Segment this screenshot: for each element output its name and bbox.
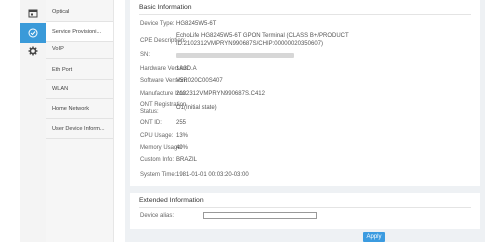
menu-item-label: Eth Port — [52, 66, 73, 73]
sub-menu: Optical Service Provisioni... VoIP Eth P… — [46, 0, 114, 242]
memory-usage-value: 49% — [176, 145, 189, 151]
cpe-description-line2: ID:2102312VMPRYN990687S/CHIP:00000020350… — [176, 41, 323, 47]
system-time-value: 1981-01-01 00:03:20-03:00 — [176, 172, 249, 178]
cpe-description-line1: EchoLife HG8245W5-6T GPON Terminal (CLAS… — [176, 33, 349, 39]
menu-item-label: WLAN — [52, 85, 69, 92]
menu-item-wlan[interactable]: WLAN — [46, 79, 113, 99]
hardware-version-value: 1A3D.A — [176, 66, 197, 72]
menu-item-eth-port[interactable]: Eth Port — [46, 60, 113, 80]
main-content: Basic Information Device Type: HG8245W5-… — [125, 0, 485, 242]
ont-status-value: O1(Initial state) — [176, 105, 217, 111]
cpu-usage-value: 13% — [176, 133, 189, 139]
basic-info-title: Basic Information — [139, 4, 192, 11]
menu-item-optical[interactable]: Optical — [46, 2, 113, 22]
menu-item-label: Home Network — [52, 105, 89, 112]
menu-item-label: VoIP — [52, 45, 64, 52]
menu-item-user-device-info[interactable]: User Device Inform... — [46, 119, 113, 139]
manufacture-info-value: 2102312VMPRYN990687S.C412 — [176, 91, 265, 97]
check-circle-icon[interactable] — [20, 23, 46, 43]
menu-item-label: User Device Inform... — [52, 125, 105, 132]
menu-item-voip[interactable]: VoIP — [46, 39, 113, 59]
menu-item-label: Optical — [52, 8, 70, 15]
menu-item-label: Service Provisioni... — [52, 28, 102, 35]
extended-info-title: Extended Information — [139, 197, 204, 204]
ont-id-label: ONT ID: — [140, 120, 162, 126]
menu-item-home-network[interactable]: Home Network — [46, 99, 113, 119]
device-alias-input[interactable] — [203, 212, 317, 219]
apply-button[interactable]: Apply — [363, 232, 385, 242]
sn-value-redacted — [176, 53, 294, 58]
divider — [139, 14, 471, 15]
cpu-usage-label: CPU Usage: — [140, 133, 174, 139]
extended-info-panel: Extended Information Device alias: — [130, 193, 480, 229]
icon-rail — [20, 0, 46, 242]
device-type-value: HG8245W5-6T — [176, 21, 217, 27]
divider — [139, 207, 471, 208]
basic-info-panel: Basic Information Device Type: HG8245W5-… — [130, 0, 480, 186]
custom-info-value: BRAZIL — [176, 157, 198, 163]
calendar-icon[interactable] — [20, 3, 46, 23]
software-version-value: V5R020C00S407 — [176, 78, 223, 84]
gear-icon[interactable] — [20, 41, 46, 61]
ont-id-value: 255 — [176, 120, 187, 126]
memory-usage-label: Memory Usage: — [140, 145, 183, 151]
device-alias-label: Device alias: — [140, 213, 175, 219]
